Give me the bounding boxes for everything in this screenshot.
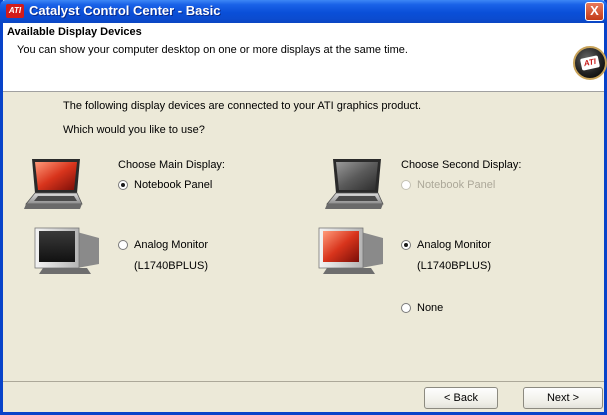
page-subtitle: You can show your computer desktop on on…	[17, 44, 408, 56]
radio-label: None	[417, 302, 444, 314]
page-title: Available Display Devices	[7, 26, 142, 38]
laptop-icon	[325, 159, 384, 209]
ati-badge-icon: ATI	[573, 46, 607, 80]
radio-label: Analog Monitor	[417, 239, 491, 251]
next-button[interactable]: Next >	[523, 387, 603, 409]
second-none-radio[interactable]: None	[401, 302, 443, 315]
radio-button	[401, 180, 411, 190]
radio-sublabel: (L1740BPLUS)	[417, 260, 491, 272]
radio-label-group: Analog Monitor (L1740BPLUS)	[134, 239, 208, 273]
ati-badge-text: ATI	[579, 55, 601, 71]
window-title: Catalyst Control Center - Basic	[29, 3, 221, 18]
radio-label: Notebook Panel	[417, 179, 496, 191]
ati-logo-icon: ATI	[6, 4, 24, 18]
second-display-heading: Choose Second Display:	[401, 159, 522, 171]
monitor-icon	[318, 227, 383, 274]
radio-label: Notebook Panel	[134, 179, 213, 191]
header-panel: Available Display Devices You can show y…	[3, 23, 607, 92]
close-button[interactable]: X	[585, 2, 604, 21]
second-notebook-radio: Notebook Panel	[401, 179, 495, 192]
wizard-window: ATI Catalyst Control Center - Basic X Av…	[0, 0, 607, 415]
monitor-icon	[34, 227, 99, 274]
radio-label-group: Analog Monitor (L1740BPLUS)	[417, 239, 491, 273]
radio-label: Analog Monitor	[134, 239, 208, 251]
radio-button[interactable]	[401, 240, 411, 250]
main-notebook-radio[interactable]: Notebook Panel	[118, 179, 212, 192]
laptop-icon	[24, 159, 83, 209]
radio-button[interactable]	[401, 303, 411, 313]
radio-button[interactable]	[118, 180, 128, 190]
second-analog-radio[interactable]: Analog Monitor (L1740BPLUS)	[401, 239, 491, 273]
question-text: Which would you like to use?	[63, 124, 205, 136]
radio-sublabel: (L1740BPLUS)	[134, 260, 208, 272]
radio-button[interactable]	[118, 240, 128, 250]
main-analog-radio[interactable]: Analog Monitor (L1740BPLUS)	[118, 239, 208, 273]
main-display-heading: Choose Main Display:	[118, 159, 225, 171]
title-bar[interactable]: ATI Catalyst Control Center - Basic X	[0, 0, 607, 23]
back-button[interactable]: < Back	[424, 387, 498, 409]
intro-text: The following display devices are connec…	[63, 100, 422, 112]
footer-divider	[3, 381, 604, 382]
